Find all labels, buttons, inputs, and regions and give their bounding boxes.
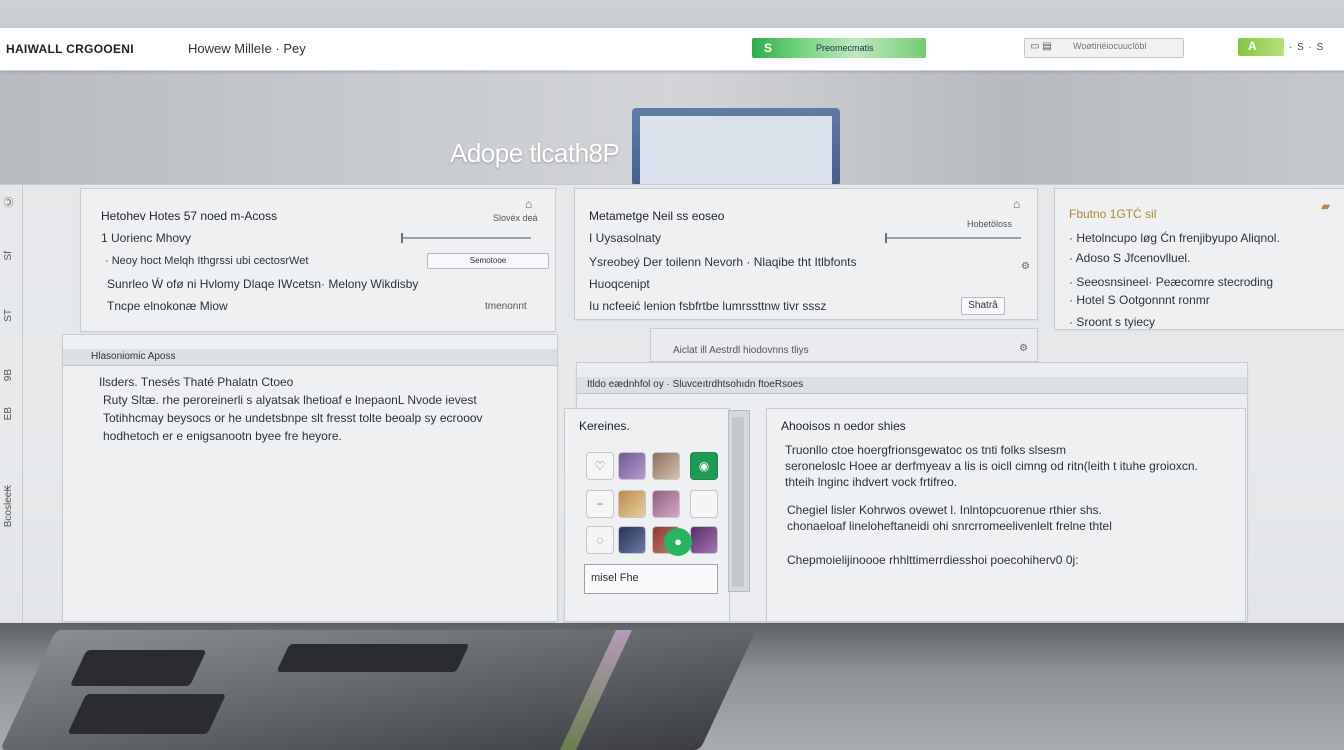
gallery-scrollbar[interactable] [728,410,750,592]
panel-one-tail: tmenonnt [485,301,527,312]
panel-four-title: Ilsders. Tnesés Thaté Phalatn Ctoeo [99,375,294,389]
panel-one-slider[interactable] [401,233,531,243]
gallery-image[interactable] [618,526,646,554]
gallery-tile-droplet-icon[interactable]: ◌ [586,526,614,554]
gallery-image[interactable] [618,452,646,480]
progress-label: Preomecmatis [816,43,874,53]
panel-one-row[interactable]: Tncpe elnokonæ Miow [107,299,228,313]
detail-line: Chepmoielijinoooe rhhlttimerrdiesshoi po… [787,553,1079,567]
detail-line: Truonllo ctoe hoergfrionsgewatoc os tnti… [785,443,1067,457]
left-rail-item[interactable]: EB [3,407,14,420]
panel-two-meta: Hobetöloss [967,219,1013,229]
detail-line: seroneloslc Hoee ar derfmyeav a lis is o… [785,459,1198,473]
panel-five-section-bar: Itldo eædnhfol oy · Sluvceıtrdhtsohıdn f… [577,377,1247,394]
panel-two-title: Metametge Neil ss eoseo [589,209,725,223]
panel-one-title: Hetohev Hotes 57 noed m-Acoss [101,209,278,223]
folder-icon[interactable]: ▰ [1321,199,1330,213]
home-icon[interactable]: ⌂ [525,197,532,211]
detail-line: thteih lnginc ihdvert vock frtifreo. [785,475,958,489]
home-icon[interactable]: ⌂ [1013,197,1020,211]
top-nav[interactable]: Howew MilleIe · Pey [188,41,306,56]
search-icon: ▭ ▤ [1030,41,1052,52]
progress-banner[interactable]: S Preomecmatis [752,38,926,58]
gallery-image[interactable] [652,452,680,480]
left-rail-item[interactable]: 9B [3,369,14,381]
hero-title: Adope tlcath8P [450,138,620,168]
search-field[interactable]: ▭ ▤ [1024,38,1184,58]
top-right-menu[interactable]: · S · S [1289,42,1324,53]
detail-panel: Ahooisos n oedor shies Truonllo ctoe hoe… [766,408,1246,622]
app-brand[interactable]: HAIWALL CRGOOENI [6,42,134,56]
panel-four-section-title: Hlasoniomic Aposs [91,351,176,362]
detail-line: chonaeloaf lineloheftaneidi ohi snrcrrom… [787,519,1112,533]
panel-three-row[interactable]: · Adoso S Jfcenovlluel. [1069,251,1190,265]
background-monitor [632,108,840,186]
gallery-tile-minus-icon[interactable]: − [586,490,614,518]
panel-one-row[interactable]: · Neoy hoct Melqh Ithgrssi ubi cectosrWe… [105,255,308,267]
panel-one-meta: Slovéx deá [493,213,538,223]
left-rail-item[interactable]: ST [3,309,14,322]
whatsapp-icon[interactable]: ◉ [690,452,718,480]
add-circle-icon[interactable]: ● [664,528,692,556]
gallery-image[interactable] [690,526,718,554]
search-input[interactable] [1073,41,1181,51]
detail-line: Chegiel lisler Kohrwos ovewet l. Inlntop… [787,503,1102,517]
status-label: A [1248,39,1257,53]
top-bar: HAIWALL CRGOOENI Howew MilleIe · Pey S P… [0,28,1344,71]
settings-icon[interactable]: ⚙ [1021,261,1030,272]
gallery-tile-heart-icon[interactable]: ♡ [586,452,614,480]
panel-one-row[interactable]: 1 Uorienc Mhovy [101,231,191,245]
left-rail-item[interactable]: Ⓒ [3,197,18,207]
panel-three-row[interactable]: · Hotel S Ootgonnnt ronmr [1069,293,1210,307]
panel-four: Hlasoniomic Aposs Ilsders. Tnesés Thate… [62,334,558,622]
left-rail-item[interactable]: Sf [3,251,14,260]
left-rail-item[interactable]: Bcoslee₭ [3,485,14,527]
panel-two-sub-text: Aiclat ill Aestrdl hiodovnns tliys [673,345,809,356]
panel-two-row[interactable]: Huoqcenipt [589,277,650,291]
panel-three: Fbutno 1GTĆ sil ▰ · Hetolncupo løg Ćn fr… [1054,188,1344,330]
panel-five-section-title: Itldo eædnhfol oy · Sluvceıtrdhtsohıdn f… [587,379,804,390]
check-icon: S [764,41,773,55]
gallery-search-field[interactable] [584,564,718,594]
panel-four-line: Totihhcmay beysocs or he undetsbnpe slt … [103,411,483,425]
panel-two-row[interactable]: Ysreobeý Der toilenn Nevorh · Nlaqibe t… [589,255,856,269]
panel-two-subbar: Aiclat ill Aestrdl hiodovnns tliys ⚙ [650,328,1038,362]
gallery-search-input[interactable] [591,568,711,588]
panel-three-row[interactable]: · Sroont s tyiecy [1069,315,1155,329]
panel-one-row[interactable]: Sunrleo Ẃ ofø ni Hvlomy Dlaqe IWcetsn· … [107,277,418,291]
panel-three-title: Fbutno 1GTĆ sil [1069,207,1157,221]
panel-two-slider[interactable] [885,233,1021,243]
settings-icon[interactable]: ⚙ [1019,343,1028,354]
detail-title: Ahooisos n oedor shies [781,419,906,433]
panel-four-line: Ruty Sltæ. rhe peroreinerli s alyatsak l… [103,393,477,407]
panel-two: Metametge Neil ss eoseo ⌂ Hobetöloss I U… [574,188,1038,320]
gallery-tile-blank[interactable] [690,490,718,518]
status-pill[interactable]: A [1238,38,1284,56]
panel-one-action-button[interactable]: Semotooe [427,253,549,269]
gallery-image[interactable] [618,490,646,518]
left-rail: Ⓒ Sf ST 9B EB Bcoslee₭ [0,185,23,623]
panel-three-row[interactable]: · Seeosnsineel· Peæcomre stecroding [1069,275,1273,289]
panel-one: Hetohev Hotes 57 noed m-Acoss ⌂ Slovéx d… [80,188,556,332]
panel-two-row[interactable]: Iu ncfeeić lenion fsbfrtbe lumrssttnw t… [589,299,826,313]
panel-two-row[interactable]: I Uysasolnaty [589,231,661,245]
panel-four-section-bar: Hlasoniomic Aposs [63,349,557,366]
panel-two-action-button[interactable]: Shatrâ [961,297,1005,315]
background-laptop [0,630,756,750]
panel-three-row[interactable]: · Hetolncupo løg Ćn frenjibyupo Aliqnol. [1069,231,1280,245]
gallery-title: Kereines. [579,419,630,433]
panel-four-line: hodhetoch er e enigsanootn byee fre heyo… [103,429,342,443]
gallery-image[interactable] [652,490,680,518]
